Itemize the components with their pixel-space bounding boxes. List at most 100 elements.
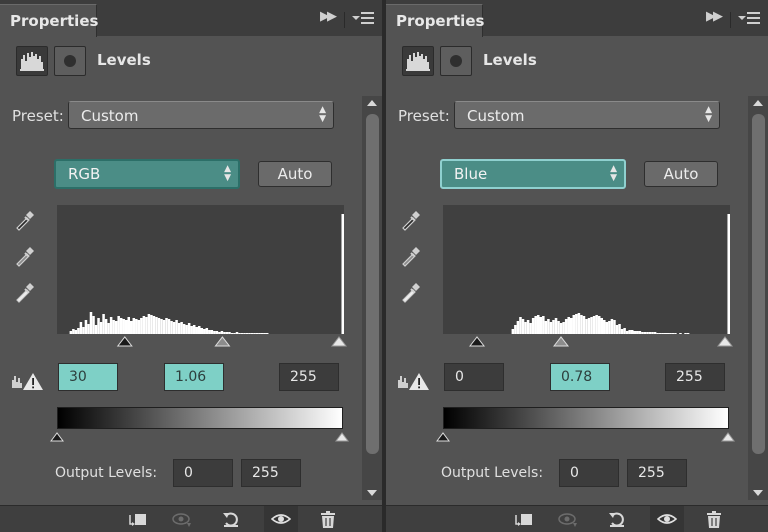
trash-icon[interactable] <box>311 506 345 532</box>
output-white-handle <box>335 432 349 442</box>
scrollbar[interactable] <box>362 96 382 500</box>
histogram-bar <box>577 313 581 334</box>
output-levels-slider[interactable] <box>48 429 350 443</box>
panel-menu-icon[interactable] <box>352 12 376 26</box>
preset-dropdown[interactable]: Custom ▲ ▼ <box>454 101 720 129</box>
clip-to-layer-icon[interactable] <box>506 506 540 532</box>
histogram-bar <box>112 320 115 334</box>
tab-properties[interactable]: Properties <box>386 4 485 37</box>
channel-dropdown[interactable]: RGB ▲ ▼ <box>54 159 240 189</box>
white-point-eyedropper-icon[interactable] <box>398 279 424 305</box>
histogram-bar <box>142 316 146 334</box>
mask-icon[interactable] <box>54 46 86 76</box>
input-black-field[interactable]: 0 <box>444 363 504 391</box>
black-point-eyedropper-icon[interactable] <box>12 207 38 233</box>
histogram-bar <box>542 316 545 334</box>
trash-icon[interactable] <box>697 506 731 532</box>
preset-dropdown[interactable]: Custom ▲ ▼ <box>68 101 334 129</box>
output-max-field[interactable]: 255 <box>241 459 301 487</box>
histogram-bar <box>140 318 143 334</box>
input-levels-slider[interactable] <box>443 334 733 348</box>
gray-point-eyedropper-icon[interactable] <box>12 243 38 269</box>
input-gamma-field[interactable]: 1.06 <box>164 363 224 391</box>
chevron-updown-icon: ▲ ▼ <box>610 164 617 183</box>
histogram-bar <box>89 312 93 334</box>
black-point-handle <box>468 336 486 347</box>
reset-icon[interactable] <box>214 506 248 532</box>
header-divider <box>730 12 731 28</box>
histogram-bar <box>132 318 136 334</box>
histogram-bar <box>119 318 123 334</box>
scroll-thumb[interactable] <box>752 114 765 454</box>
histogram-bar <box>603 320 606 334</box>
panel-menu-icon[interactable] <box>738 12 762 26</box>
histogram-bar <box>124 320 128 334</box>
reset-icon[interactable] <box>600 506 634 532</box>
properties-panel-left: Properties ▶▶ Levels Preset: Custom ▲ ▼ R… <box>0 0 382 532</box>
tab-properties[interactable]: Properties <box>0 4 98 37</box>
histogram-bar <box>547 319 550 334</box>
output-min-field[interactable]: 0 <box>559 459 619 487</box>
histogram-bar <box>155 317 158 334</box>
chevron-updown-icon: ▲ ▼ <box>224 164 231 183</box>
clipping-warning-icon[interactable] <box>396 370 432 392</box>
scrollbar[interactable] <box>748 96 768 500</box>
auto-button[interactable]: Auto <box>644 161 718 187</box>
view-previous-state-icon[interactable] <box>551 506 585 532</box>
panel-title: Levels <box>483 51 537 69</box>
white-point-eyedropper-icon[interactable] <box>12 279 38 305</box>
scroll-up-icon[interactable] <box>753 100 763 106</box>
output-max-field[interactable]: 255 <box>627 459 687 487</box>
collapse-arrows-icon[interactable]: ▶▶ <box>320 9 337 24</box>
tab-label: Properties <box>396 12 485 30</box>
histogram-icon[interactable] <box>402 46 434 76</box>
gray-point-eyedropper-icon[interactable] <box>398 243 424 269</box>
view-previous-state-icon[interactable] <box>165 506 199 532</box>
input-gamma-field[interactable]: 0.78 <box>550 363 610 391</box>
clip-to-layer-icon[interactable] <box>120 506 154 532</box>
visibility-eye-icon[interactable] <box>264 506 298 532</box>
histogram-bar <box>552 320 555 334</box>
panel-title: Levels <box>97 51 151 69</box>
histogram-bar <box>92 316 95 334</box>
output-levels-slider[interactable] <box>434 429 736 443</box>
histogram-bar <box>147 314 151 334</box>
histogram-bar <box>516 321 520 334</box>
histogram-bar <box>727 214 730 334</box>
histogram-icon[interactable] <box>16 46 48 76</box>
auto-button[interactable]: Auto <box>258 161 332 187</box>
histogram-bar <box>99 322 103 334</box>
scroll-down-icon[interactable] <box>753 490 763 496</box>
histogram-bar <box>157 318 161 334</box>
white-point-handle <box>330 336 347 347</box>
output-gradient-bar <box>443 407 729 429</box>
histogram-bar <box>615 325 619 334</box>
input-black-field[interactable]: 30 <box>58 363 118 391</box>
black-point-eyedropper-icon[interactable] <box>398 207 424 233</box>
histogram-bar <box>104 319 108 334</box>
visibility-eye-icon[interactable] <box>650 506 684 532</box>
histogram-bar <box>177 323 181 334</box>
histogram-bar <box>524 322 527 334</box>
histogram-bar <box>572 315 576 334</box>
histogram-bar <box>94 325 98 334</box>
collapse-arrows-icon[interactable]: ▶▶ <box>706 9 723 24</box>
histogram-bar <box>187 323 191 334</box>
scroll-down-icon[interactable] <box>367 490 377 496</box>
clipping-warning-icon[interactable] <box>10 370 46 392</box>
histogram-bar <box>569 318 573 334</box>
histogram-bar <box>597 316 601 334</box>
input-white-field[interactable]: 255 <box>279 363 339 391</box>
chevron-updown-icon: ▲ ▼ <box>705 105 712 124</box>
preset-value: Custom <box>467 107 525 125</box>
scroll-up-icon[interactable] <box>367 100 377 106</box>
output-min-field[interactable]: 0 <box>173 459 233 487</box>
panel-header: Properties ▶▶ <box>386 0 768 37</box>
histogram <box>443 205 730 334</box>
scroll-thumb[interactable] <box>366 114 379 454</box>
histogram-bar <box>185 325 188 334</box>
input-levels-slider[interactable] <box>57 334 347 348</box>
mask-icon[interactable] <box>440 46 472 76</box>
channel-dropdown[interactable]: Blue ▲ ▼ <box>440 159 626 189</box>
input-white-field[interactable]: 255 <box>665 363 725 391</box>
